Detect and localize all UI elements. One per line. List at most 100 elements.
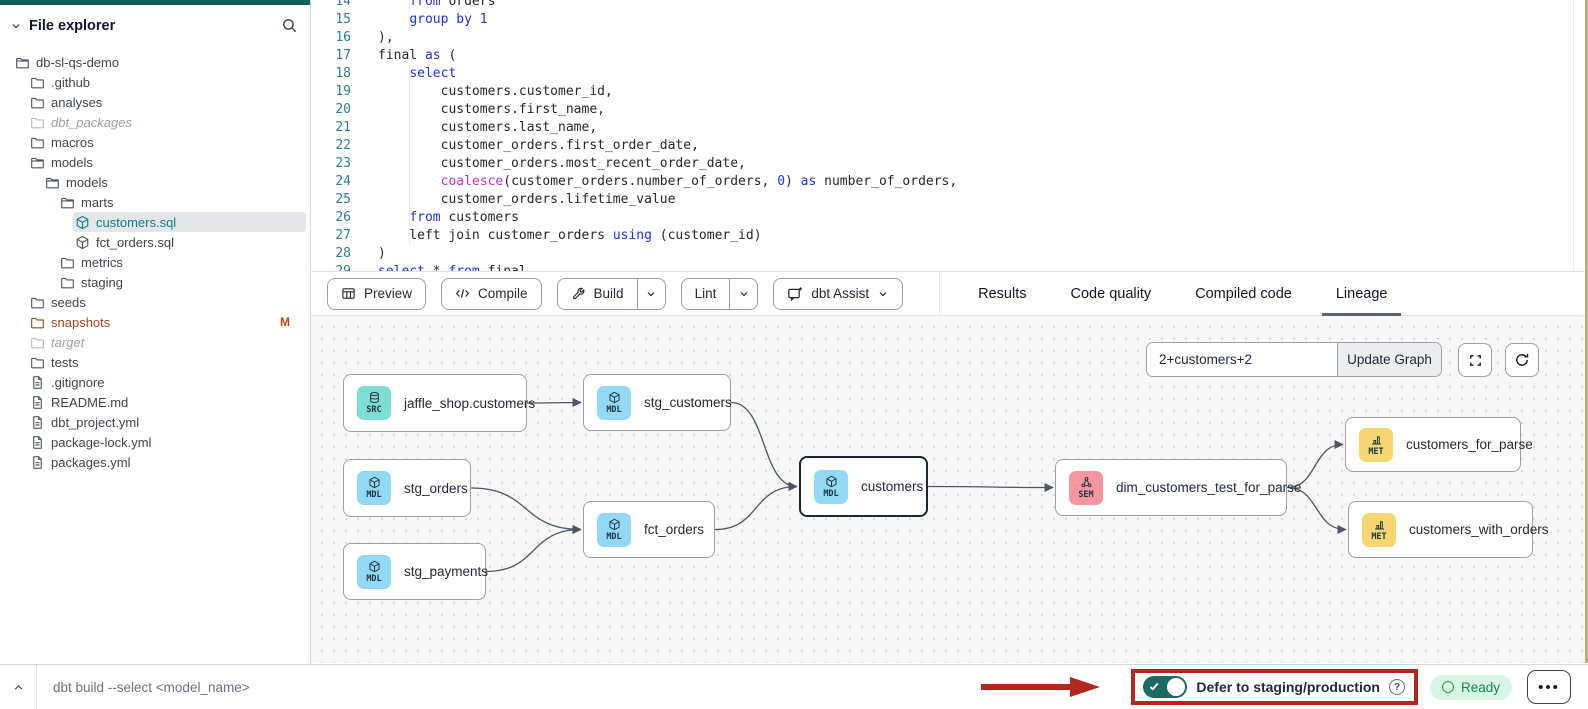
file-icon (30, 415, 45, 430)
lineage-panel[interactable]: SRCjaffle_shop.customers MDLstg_customers… (311, 316, 1588, 663)
lineage-selector-input[interactable] (1147, 343, 1337, 376)
tree-item-target[interactable]: target (0, 332, 310, 352)
tree-item-README.md[interactable]: README.md (0, 392, 310, 412)
lineage-node-customers_with_orders[interactable]: METcustomers_with_orders (1348, 501, 1533, 558)
tree-item-label: fct_orders.sql (96, 235, 174, 250)
code-icon (455, 286, 470, 301)
lint-dropdown-chevron-icon[interactable] (729, 279, 757, 309)
tree-item-label: package-lock.yml (51, 435, 151, 450)
lineage-node-jaffle_shop.customers[interactable]: SRCjaffle_shop.customers (343, 374, 527, 432)
metric-icon (1370, 433, 1383, 446)
folder-icon (30, 315, 45, 330)
code-editor[interactable]: 14 from orders15 group by 116),17final a… (311, 0, 1588, 271)
tree-item-label: marts (81, 195, 114, 210)
dbt-assist-label: dbt Assist (811, 286, 869, 301)
code-text: customers.last_name, (351, 119, 597, 137)
tree-item-package-lock.yml[interactable]: package-lock.yml (0, 432, 310, 452)
dbt-assist-button[interactable]: dbt Assist (773, 278, 903, 310)
code-line: 25 customer_orders.lifetime_value (311, 191, 1588, 209)
status-text: Ready (1461, 680, 1500, 695)
compile-button[interactable]: Compile (441, 278, 542, 310)
tree-item-dbt_project.yml[interactable]: dbt_project.yml (0, 412, 310, 432)
tab-compiled-code[interactable]: Compiled code (1181, 272, 1306, 315)
cube-icon (608, 391, 621, 404)
tree-item-packages.yml[interactable]: packages.yml (0, 452, 310, 472)
cube-icon (608, 518, 621, 531)
build-dropdown-chevron-icon[interactable] (637, 279, 665, 309)
lint-label: Lint (695, 286, 717, 301)
build-button[interactable]: Build (558, 279, 637, 309)
tree-item-marts[interactable]: marts (0, 192, 310, 212)
more-options-button[interactable]: ••• (1527, 670, 1571, 704)
code-line: 23 customer_orders.most_recent_order_dat… (311, 155, 1588, 173)
node-label: fct_orders (644, 522, 704, 537)
tree-item-seeds[interactable]: seeds (0, 292, 310, 312)
tree-item-customers.sql[interactable]: customers.sql (0, 212, 310, 232)
chevron-up-icon[interactable] (0, 681, 36, 694)
file-icon (30, 435, 45, 450)
cube-icon (75, 235, 90, 250)
update-graph-button[interactable]: Update Graph (1337, 343, 1441, 376)
tree-item-fct_orders.sql[interactable]: fct_orders.sql (0, 232, 310, 252)
folder-open-icon (15, 55, 30, 70)
tree-item-dbt_packages[interactable]: dbt_packages (0, 112, 310, 132)
lineage-node-customers_for_parse[interactable]: METcustomers_for_parse (1345, 417, 1521, 472)
file-explorer-header: File explorer (0, 5, 310, 42)
line-number: 15 (311, 11, 351, 29)
tree-item-tests[interactable]: tests (0, 352, 310, 372)
help-icon[interactable]: ? (1389, 679, 1405, 695)
chat-sparkle-icon (787, 286, 803, 302)
tree-item-snapshots[interactable]: snapshotsM (0, 312, 310, 332)
node-label: customers (861, 479, 923, 494)
preview-button[interactable]: Preview (327, 278, 426, 310)
file-explorer-title: File explorer (29, 18, 115, 34)
tab-results[interactable]: Results (964, 272, 1040, 315)
tree-item-staging[interactable]: staging (0, 272, 310, 292)
code-line: 15 group by 1 (311, 11, 1588, 29)
code-text: customer_orders.first_order_date, (351, 137, 699, 155)
node-badge-met: MET (1359, 428, 1393, 462)
node-label: stg_payments (404, 564, 488, 579)
lineage-node-fct_orders[interactable]: MDLfct_orders (583, 501, 715, 558)
cube-icon (368, 560, 381, 573)
folder-icon (30, 135, 45, 150)
tree-item-db-sl-qs-demo[interactable]: db-sl-qs-demo (0, 52, 310, 72)
code-line: 26 from customers (311, 209, 1588, 227)
status-badge[interactable]: Ready (1430, 675, 1512, 700)
line-number: 27 (311, 227, 351, 245)
folder-icon (60, 275, 75, 290)
search-icon[interactable] (281, 17, 298, 34)
line-number: 20 (311, 101, 351, 119)
lineage-node-stg_customers[interactable]: MDLstg_customers (583, 374, 731, 431)
tree-item-label: dbt_packages (51, 115, 132, 130)
line-number: 16 (311, 29, 351, 47)
action-toolbar: Preview Compile Build Lint dbt Assist Re… (311, 271, 1588, 316)
folder-icon (30, 335, 45, 350)
tab-code-quality[interactable]: Code quality (1057, 272, 1166, 315)
refresh-button[interactable] (1505, 343, 1539, 377)
lineage-node-customers[interactable]: MDLcustomers (799, 456, 928, 517)
tab-lineage[interactable]: Lineage (1322, 272, 1402, 315)
lineage-node-dim_customers_test_for_parse[interactable]: SEMdim_customers_test_for_parse (1055, 459, 1287, 516)
chevron-down-icon[interactable] (10, 20, 22, 32)
lint-button[interactable]: Lint (682, 279, 730, 309)
lineage-node-stg_orders[interactable]: MDLstg_orders (343, 459, 471, 517)
folder-icon (30, 115, 45, 130)
cube-icon (368, 476, 381, 489)
tree-item-.github[interactable]: .github (0, 72, 310, 92)
tree-item-macros[interactable]: macros (0, 132, 310, 152)
lineage-node-stg_payments[interactable]: MDLstg_payments (343, 543, 486, 600)
tree-item-.gitignore[interactable]: .gitignore (0, 372, 310, 392)
code-line: 16), (311, 29, 1588, 47)
command-input[interactable] (37, 680, 978, 695)
tree-item-models[interactable]: models (0, 152, 310, 172)
defer-toggle[interactable] (1143, 676, 1187, 698)
tree-item-metrics[interactable]: metrics (0, 252, 310, 272)
node-label: dim_customers_test_for_parse (1116, 480, 1301, 495)
fullscreen-button[interactable] (1458, 343, 1492, 377)
code-text: left join customer_orders using (custome… (351, 227, 762, 245)
defer-label: Defer to staging/production (1196, 679, 1380, 695)
tree-item-analyses[interactable]: analyses (0, 92, 310, 112)
editor-scrollbar[interactable] (1573, 0, 1574, 271)
tree-item-models[interactable]: models (0, 172, 310, 192)
